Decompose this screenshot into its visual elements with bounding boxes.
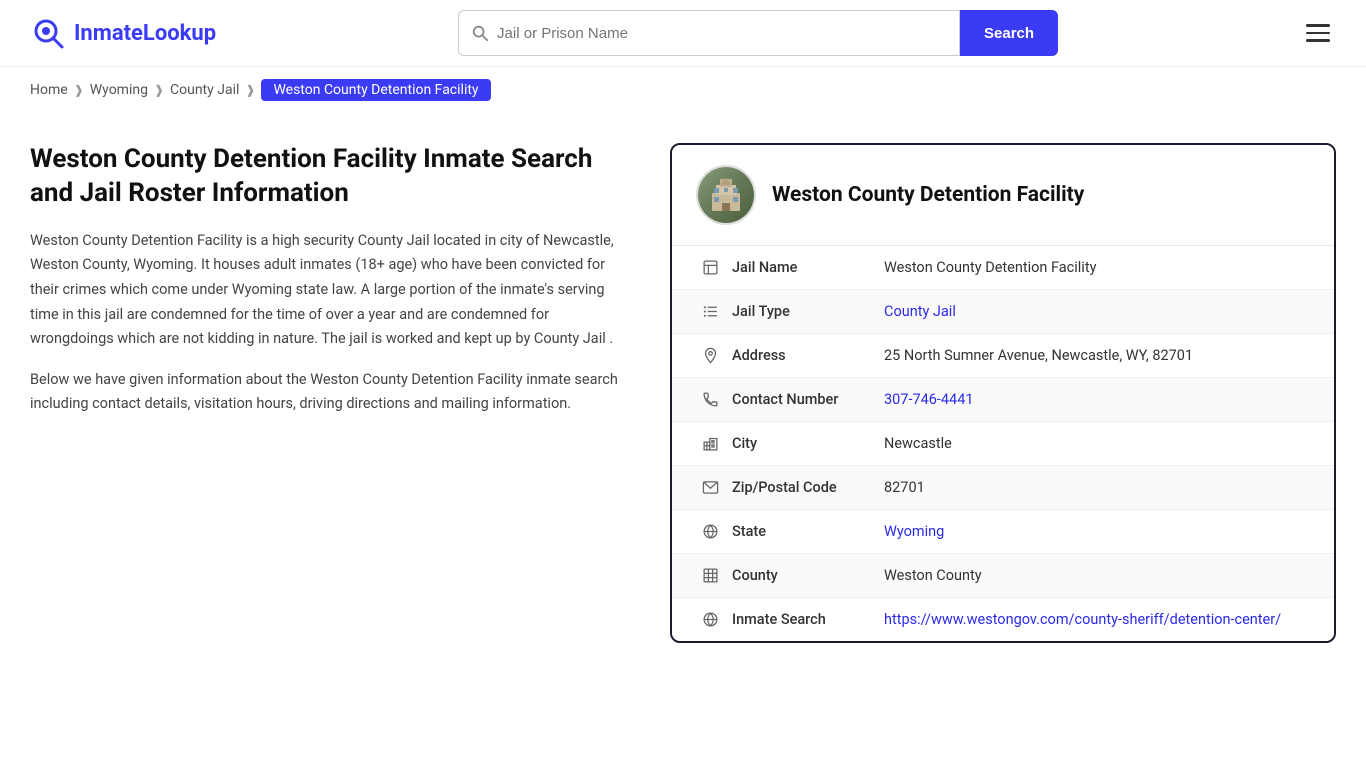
card-title: Weston County Detention Facility (772, 183, 1084, 207)
breadcrumb-current: Weston County Detention Facility (261, 79, 490, 101)
state-link[interactable]: Wyoming (884, 523, 944, 540)
row-value: Weston County Detention Facility (884, 259, 1310, 276)
breadcrumb-sep: ❱ (154, 83, 164, 97)
row-value: 307-746-4441 (884, 391, 1310, 408)
row-label: Jail Type (724, 303, 884, 320)
table-row: Address 25 North Sumner Avenue, Newcastl… (672, 334, 1334, 378)
main-content: Weston County Detention Facility Inmate … (0, 113, 1366, 673)
table-row: Inmate Search https://www.westongov.com/… (672, 598, 1334, 641)
row-value: County Jail (884, 303, 1310, 320)
row-value: https://www.westongov.com/county-sheriff… (884, 611, 1310, 628)
row-label: Contact Number (724, 391, 884, 408)
breadcrumb-sep: ❱ (245, 83, 255, 97)
info-table: Jail Name Weston County Detention Facili… (672, 246, 1334, 641)
page-title: Weston County Detention Facility Inmate … (30, 143, 630, 211)
page-description-1: Weston County Detention Facility is a hi… (30, 229, 630, 352)
info-card: Weston County Detention Facility Jail Na… (670, 143, 1336, 643)
table-row: County Weston County (672, 554, 1334, 598)
jail-type-link[interactable]: County Jail (884, 303, 956, 320)
table-row: Jail Name Weston County Detention Facili… (672, 246, 1334, 290)
header: InmateLookup Search (0, 0, 1366, 67)
phone-icon (696, 391, 724, 408)
table-row: State Wyoming (672, 510, 1334, 554)
row-value: Weston County (884, 567, 1310, 584)
page-description-2: Below we have given information about th… (30, 368, 630, 417)
table-row: Zip/Postal Code 82701 (672, 466, 1334, 510)
location-icon (696, 347, 724, 364)
left-column: Weston County Detention Facility Inmate … (30, 143, 670, 643)
row-label: Address (724, 347, 884, 364)
globe-icon (696, 523, 724, 540)
facility-avatar (696, 165, 756, 225)
logo-icon (30, 15, 66, 51)
inmate-search-link[interactable]: https://www.westongov.com/county-sheriff… (884, 611, 1281, 628)
table-row: Jail Type County Jail (672, 290, 1334, 334)
row-value: 82701 (884, 479, 1310, 496)
search-input[interactable] (489, 25, 947, 42)
row-label: County (724, 567, 884, 584)
breadcrumb-home[interactable]: Home (30, 82, 68, 98)
table-row: Contact Number 307-746-4441 (672, 378, 1334, 422)
hamburger-line (1306, 32, 1330, 35)
breadcrumb-wyoming[interactable]: Wyoming (90, 82, 148, 98)
table-row: City Newcastle (672, 422, 1334, 466)
row-value: Newcastle (884, 435, 1310, 452)
row-label: Jail Name (724, 259, 884, 276)
logo-text: InmateLookup (74, 21, 216, 46)
row-label: City (724, 435, 884, 452)
row-label: Zip/Postal Code (724, 479, 884, 496)
mail-icon (696, 479, 724, 496)
breadcrumb: Home ❱ Wyoming ❱ County Jail ❱ Weston Co… (0, 67, 1366, 113)
breadcrumb-county-jail[interactable]: County Jail (170, 82, 239, 98)
hamburger-line (1306, 24, 1330, 27)
county-icon (696, 567, 724, 584)
search-icon (471, 24, 489, 42)
building-icon (706, 175, 746, 215)
search-wrapper (458, 10, 960, 56)
logo[interactable]: InmateLookup (30, 15, 216, 51)
search-area: Search (458, 10, 1058, 56)
row-label: Inmate Search (724, 611, 884, 628)
breadcrumb-sep: ❱ (74, 83, 84, 97)
row-value: Wyoming (884, 523, 1310, 540)
card-header: Weston County Detention Facility (672, 145, 1334, 246)
search-web-icon (696, 611, 724, 628)
row-value: 25 North Sumner Avenue, Newcastle, WY, 8… (884, 347, 1310, 364)
city-icon (696, 435, 724, 452)
search-button[interactable]: Search (960, 10, 1058, 56)
row-label: State (724, 523, 884, 540)
hamburger-line (1306, 39, 1330, 42)
hamburger-menu[interactable] (1300, 18, 1336, 48)
jail-icon (696, 259, 724, 276)
right-column: Weston County Detention Facility Jail Na… (670, 143, 1336, 643)
phone-link[interactable]: 307-746-4441 (884, 391, 974, 408)
list-icon (696, 303, 724, 320)
